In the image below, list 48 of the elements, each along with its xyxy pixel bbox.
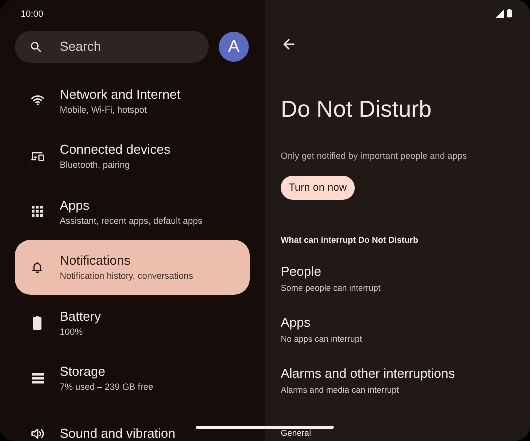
setting-item[interactable]: Apps No apps can interrupt — [281, 315, 530, 344]
menu-item-title: Network and Internet — [60, 86, 181, 102]
menu-item-title: Battery — [60, 308, 102, 324]
menu-item[interactable]: Connected devices Bluetooth, pairing — [15, 128, 250, 184]
account-avatar[interactable]: A — [219, 32, 249, 62]
setting-title: Alarms and other interruptions — [281, 366, 456, 381]
menu-item-subtitle: 7% used – 239 GB free — [60, 382, 154, 392]
menu-item[interactable]: Network and Internet Mobile, Wi-Fi, hotspot — [15, 73, 250, 128]
setting-item[interactable]: People Some people can interrupt — [281, 264, 530, 293]
menu-item[interactable]: Notifications Notification history, conversations — [15, 240, 250, 295]
setting-title: People — [281, 264, 322, 279]
menu-item[interactable]: Storage 7% used – 239 GB free — [15, 350, 250, 406]
menu-item-subtitle: Bluetooth, pairing — [60, 160, 132, 170]
setting-subtitle: No apps can interrupt — [281, 334, 364, 344]
signal-icon — [496, 10, 504, 18]
menu-item[interactable]: Battery 100% — [15, 295, 250, 350]
search-field[interactable]: Search — [15, 30, 209, 62]
menu-item-title: Apps — [60, 198, 91, 213]
apps-grid-icon — [32, 206, 43, 218]
menu-item-subtitle: Notification history, conversations — [60, 271, 194, 282]
menu-item-title: Connected devices — [60, 142, 171, 158]
section-header: What can interrupt Do Not Disturb — [281, 235, 420, 245]
page-title: Do Not Disturb — [281, 96, 433, 123]
search-icon — [30, 40, 42, 52]
menu-item-title: Storage — [60, 364, 107, 380]
back-arrow-icon[interactable] — [283, 38, 295, 50]
turn-on-button[interactable]: Turn on now — [281, 176, 355, 200]
menu-item-subtitle: 100% — [60, 326, 84, 337]
devices-icon — [30, 150, 44, 162]
setting-item[interactable]: Alarms and other interruptions Alarms and media can interrupt — [281, 366, 530, 395]
menu-item-subtitle: Mobile, Wi-Fi, hotspot — [60, 104, 148, 115]
status-time: 10:00 — [20, 8, 44, 18]
battery-icon — [33, 316, 42, 330]
menu-item-title: Sound and vibration — [60, 426, 176, 441]
storage-icon — [32, 372, 44, 384]
page-description: Only get notified by important people and apps — [281, 151, 468, 161]
section-header: General — [281, 428, 312, 438]
menu-item[interactable]: Sound and vibration — [15, 406, 250, 441]
setting-subtitle: Alarms and media can interrupt — [281, 385, 400, 395]
setting-subtitle: Some people can interrupt — [281, 283, 382, 293]
battery-status-icon — [507, 9, 512, 18]
wifi-icon — [30, 95, 44, 106]
menu-item[interactable]: Apps Assistant, recent apps, default apps — [15, 184, 250, 240]
menu-item-subtitle: Assistant, recent apps, default apps — [60, 216, 203, 226]
bell-icon — [32, 260, 43, 274]
menu-item-title: Notifications — [60, 253, 132, 268]
setting-title: Apps — [281, 315, 312, 330]
speaker-icon — [30, 428, 44, 440]
